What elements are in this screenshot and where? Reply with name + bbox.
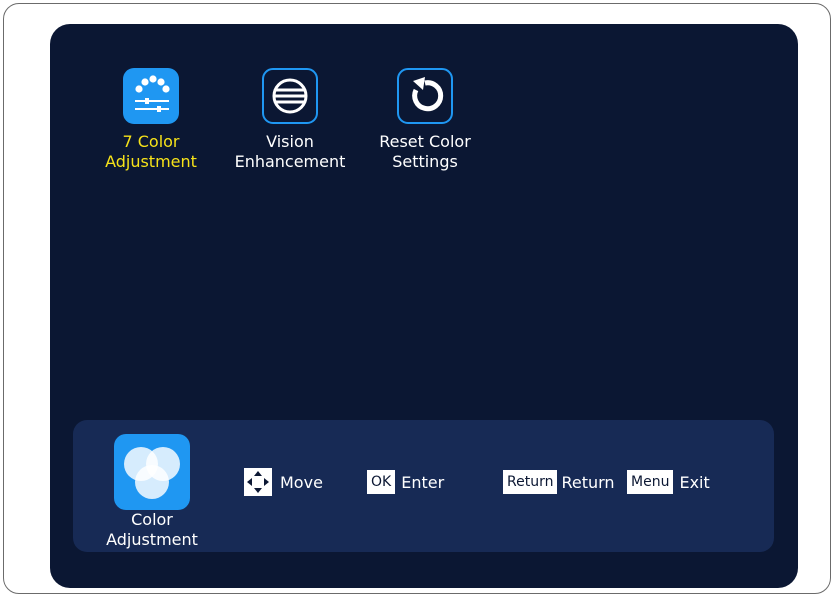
reset-icon bbox=[397, 68, 453, 124]
menu-item-vision-enhancement[interactable]: Vision Enhancement bbox=[215, 68, 365, 172]
menu-item-label: Vision Enhancement bbox=[234, 132, 346, 171]
arrow-keys-icon bbox=[244, 468, 272, 496]
hint-exit-label: Exit bbox=[679, 472, 710, 492]
return-key: Return bbox=[503, 470, 558, 494]
menu-item-reset-color-settings[interactable]: Reset Color Settings bbox=[350, 68, 500, 172]
hint-return: Return Return bbox=[503, 468, 615, 496]
menu-key: Menu bbox=[627, 470, 674, 494]
hint-move-label: Move bbox=[280, 472, 323, 492]
color-circles-icon bbox=[114, 434, 190, 510]
hint-enter-label: Enter bbox=[401, 472, 445, 492]
hint-bar: Color Adjustment Move OK Enter Return Re… bbox=[73, 420, 774, 552]
hint-exit: Menu Exit bbox=[627, 468, 710, 496]
ok-key: OK bbox=[367, 470, 396, 494]
monitor-frame: 7 Color Adjustment Vision Enhancement Re… bbox=[3, 3, 831, 594]
menu-item-label: 7 Color Adjustment bbox=[105, 132, 197, 171]
hint-move: Move bbox=[244, 468, 323, 496]
vision-enhance-icon bbox=[262, 68, 318, 124]
hint-enter: OK Enter bbox=[367, 468, 444, 496]
osd-menu: 7 Color Adjustment Vision Enhancement Re… bbox=[50, 24, 798, 588]
menu-item-label: Reset Color Settings bbox=[379, 132, 471, 171]
menu-item-7-color-adjustment[interactable]: 7 Color Adjustment bbox=[76, 68, 226, 172]
current-menu-label: Color Adjustment bbox=[106, 510, 198, 549]
color-sliders-icon bbox=[123, 68, 179, 124]
hint-return-label: Return bbox=[561, 472, 615, 492]
